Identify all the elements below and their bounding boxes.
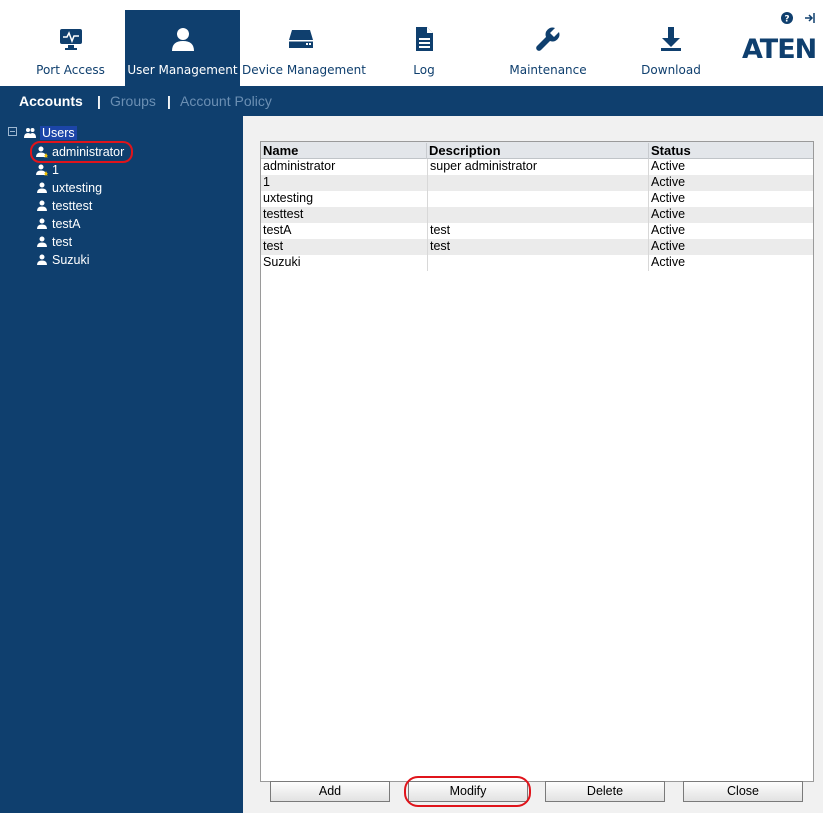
nav-device-management[interactable]: Device Management [242, 10, 366, 86]
user-icon [37, 200, 47, 211]
cell-status: Active [651, 175, 686, 189]
nav-label: Download [641, 63, 701, 77]
tree-collapse-toggle[interactable] [8, 127, 17, 136]
table-row[interactable]: uxtesting Active [261, 191, 813, 207]
add-button[interactable]: Add [270, 781, 390, 802]
tree-item-label: 1 [52, 163, 59, 177]
nav-maintenance[interactable]: Maintenance [494, 10, 602, 86]
cell-status: Active [651, 255, 686, 269]
column-header-status[interactable]: Status [649, 143, 813, 159]
nav-label: User Management [127, 63, 238, 77]
cell-description [427, 191, 649, 207]
user-icon [37, 254, 47, 265]
cell-description: super administrator [427, 159, 649, 175]
tab-accounts[interactable]: Accounts [19, 93, 83, 109]
nav-label: Maintenance [509, 63, 587, 77]
column-header-name[interactable]: Name [261, 143, 427, 159]
cell-status: Active [651, 207, 686, 221]
tree-item-label: uxtesting [52, 181, 103, 195]
sub-navigation: Accounts | Groups | Account Policy [0, 86, 823, 116]
cell-name: testtest [263, 207, 304, 221]
table-row[interactable]: 1 Active [261, 175, 813, 191]
admin-user-icon [36, 164, 48, 176]
cell-status: Active [651, 239, 686, 253]
table-row[interactable]: testA test Active [261, 223, 813, 239]
tree-item-label: testtest [52, 199, 93, 213]
user-icon [171, 28, 194, 51]
cell-description [427, 255, 649, 271]
svg-text:?: ? [784, 15, 789, 25]
nav-user-management[interactable]: User Management [125, 10, 240, 86]
user-icon [37, 182, 47, 193]
column-header-description[interactable]: Description [427, 143, 649, 159]
user-tree-sidebar: Users administrator 1 uxtesting testtest [0, 116, 243, 813]
wrench-icon [536, 27, 560, 51]
aten-logo: ATEN [742, 34, 817, 65]
users-group-icon [24, 128, 36, 138]
nav-log[interactable]: Log [400, 10, 448, 86]
tab-separator: | [167, 93, 171, 109]
logout-icon[interactable] [804, 12, 816, 24]
table-row[interactable]: Suzuki Active [261, 255, 813, 271]
cell-description [427, 207, 649, 223]
cell-name: uxtesting [263, 191, 314, 205]
user-icon [37, 218, 47, 229]
cell-status: Active [651, 223, 686, 237]
tab-groups[interactable]: Groups [110, 93, 156, 109]
cell-description: test [427, 239, 649, 255]
nav-port-access[interactable]: Port Access [18, 10, 123, 86]
tree-item-label: testA [52, 217, 81, 231]
cell-name: 1 [263, 175, 270, 189]
table-row[interactable]: test test Active [261, 239, 813, 255]
monitor-pulse-icon [59, 29, 82, 50]
table-row[interactable]: testtest Active [261, 207, 813, 223]
cell-name: Suzuki [263, 255, 301, 269]
download-icon [661, 27, 681, 51]
nav-download[interactable]: Download [630, 10, 712, 86]
close-button[interactable]: Close [683, 781, 803, 802]
document-icon [416, 27, 433, 51]
highlight-circle [404, 776, 531, 807]
cell-status: Active [651, 159, 686, 173]
user-icon [37, 236, 47, 247]
highlight-circle [30, 141, 133, 163]
tab-account-policy[interactable]: Account Policy [180, 93, 272, 109]
cell-description: test [427, 223, 649, 239]
tab-separator: | [97, 93, 101, 109]
cell-status: Active [651, 191, 686, 205]
device-icon [289, 30, 313, 48]
nav-label: Log [413, 63, 435, 77]
tree-item-label: test [52, 235, 73, 249]
cell-name: test [263, 239, 284, 253]
tree-item-label: Suzuki [52, 253, 90, 267]
table-row[interactable]: administrator super administrator Active [261, 159, 813, 175]
cell-description [427, 175, 649, 191]
nav-label: Device Management [242, 63, 366, 77]
delete-button[interactable]: Delete [545, 781, 665, 802]
user-list[interactable]: Name Description Status administrator su… [260, 141, 814, 782]
help-icon[interactable]: ? [781, 12, 793, 24]
nav-label: Port Access [36, 63, 105, 77]
top-navigation: Port Access User Management Device Manag… [0, 0, 823, 86]
main-panel: Name Description Status administrator su… [243, 116, 823, 813]
tree-root-label: Users [40, 126, 77, 140]
cell-name: testA [263, 223, 292, 237]
table-header: Name Description Status [261, 142, 813, 159]
cell-name: administrator [263, 159, 336, 173]
